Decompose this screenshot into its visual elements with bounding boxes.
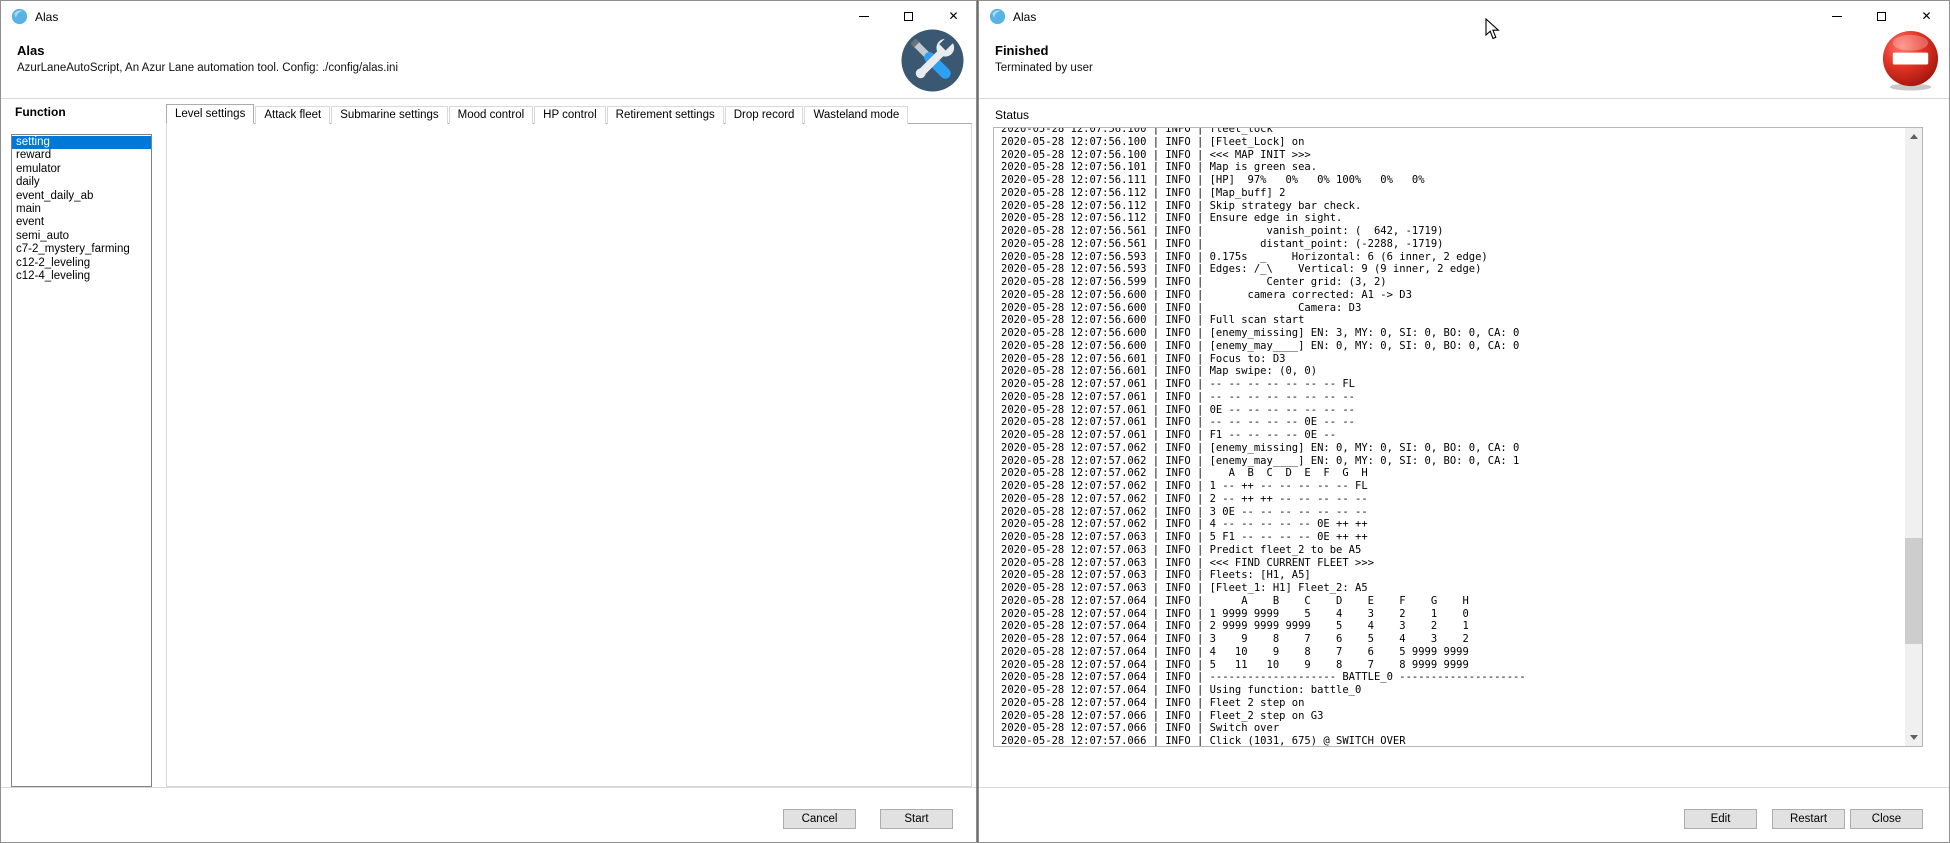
sidebar-item-setting[interactable]: setting <box>12 136 151 149</box>
maximize-button[interactable] <box>886 1 931 31</box>
divider <box>979 787 1949 788</box>
titlebar[interactable]: Alas ✕ <box>979 1 1949 31</box>
scroll-down-button[interactable] <box>1905 729 1922 746</box>
status-group-label: Status <box>995 108 1029 122</box>
close-button[interactable]: ✕ <box>1904 1 1949 31</box>
window-title: Alas <box>1013 10 1036 24</box>
window-alas-log: Alas ✕ Finished Terminated by user Statu… <box>978 0 1950 843</box>
close-icon: ✕ <box>948 10 958 22</box>
status-log-box: 2020-05-28 12:07:56.100 | INFO | fleet_l… <box>993 127 1923 747</box>
mouse-cursor <box>1485 18 1502 40</box>
app-logo-icon <box>989 8 1006 25</box>
minimize-button[interactable] <box>841 1 886 31</box>
tab-attack-fleet[interactable]: Attack fleet <box>255 106 330 124</box>
function-list-label: Function <box>15 105 66 119</box>
tab-page-panel <box>166 123 972 787</box>
window-alas-settings: Alas ✕ Alas AzurLaneAutoScript, An Azur … <box>0 0 977 843</box>
scrollbar-thumb[interactable] <box>1905 538 1922 644</box>
tools-icon <box>901 29 964 92</box>
divider <box>979 98 1949 99</box>
divider <box>1 787 976 788</box>
tab-drop-record[interactable]: Drop record <box>725 106 804 124</box>
tab-level-settings[interactable]: Level settings <box>166 104 254 124</box>
maximize-icon <box>1877 12 1886 21</box>
settings-tabbar: Level settings Attack fleet Submarine se… <box>166 104 909 124</box>
sidebar-item-semi-auto[interactable]: semi_auto <box>12 230 151 243</box>
sidebar-item-event-daily-ab[interactable]: event_daily_ab <box>12 190 151 203</box>
close-window-button[interactable]: Close <box>1850 809 1923 829</box>
tab-hp-control[interactable]: HP control <box>534 106 605 124</box>
close-button[interactable]: ✕ <box>931 1 976 31</box>
status-subtitle: Terminated by user <box>995 62 1093 74</box>
maximize-icon <box>904 12 913 21</box>
tab-mood-control[interactable]: Mood control <box>449 106 533 124</box>
sidebar-item-main[interactable]: main <box>12 203 151 216</box>
titlebar[interactable]: Alas ✕ <box>1 1 976 31</box>
tab-retirement-settings[interactable]: Retirement settings <box>607 106 724 124</box>
tab-wasteland-mode[interactable]: Wasteland mode <box>804 106 908 124</box>
sidebar-item-reward[interactable]: reward <box>12 149 151 162</box>
start-button[interactable]: Start <box>880 809 953 829</box>
sidebar-item-emulator[interactable]: emulator <box>12 163 151 176</box>
window-title: Alas <box>35 10 58 24</box>
stop-icon <box>1879 29 1942 92</box>
sidebar-item-event[interactable]: event <box>12 216 151 229</box>
sidebar-item-c12-4-leveling[interactable]: c12-4_leveling <box>12 270 151 283</box>
minimize-icon <box>859 16 869 17</box>
page-subtitle: AzurLaneAutoScript, An Azur Lane automat… <box>17 62 398 74</box>
minimize-icon <box>1832 16 1842 17</box>
page-title: Alas <box>17 43 44 58</box>
cancel-button[interactable]: Cancel <box>783 809 856 829</box>
sidebar-item-c12-2-leveling[interactable]: c12-2_leveling <box>12 257 151 270</box>
close-icon: ✕ <box>1921 10 1931 22</box>
minimize-button[interactable] <box>1814 1 1859 31</box>
status-title: Finished <box>995 43 1048 58</box>
restart-button[interactable]: Restart <box>1772 809 1845 829</box>
maximize-button[interactable] <box>1859 1 1904 31</box>
sidebar-item-daily[interactable]: daily <box>12 176 151 189</box>
arrow-up-icon <box>1910 134 1918 139</box>
tab-submarine-settings[interactable]: Submarine settings <box>331 106 447 124</box>
status-log[interactable]: 2020-05-28 12:07:56.100 | INFO | fleet_l… <box>1001 127 1902 747</box>
app-logo-icon <box>11 8 28 25</box>
sidebar-item-c7-2-mystery-farming[interactable]: c7-2_mystery_farming <box>12 243 151 256</box>
scroll-up-button[interactable] <box>1905 128 1922 145</box>
edit-button[interactable]: Edit <box>1684 809 1757 829</box>
divider <box>1 98 976 99</box>
log-scrollbar[interactable] <box>1905 128 1922 746</box>
arrow-down-icon <box>1910 735 1918 740</box>
function-listbox[interactable]: setting reward emulator daily event_dail… <box>11 134 152 787</box>
